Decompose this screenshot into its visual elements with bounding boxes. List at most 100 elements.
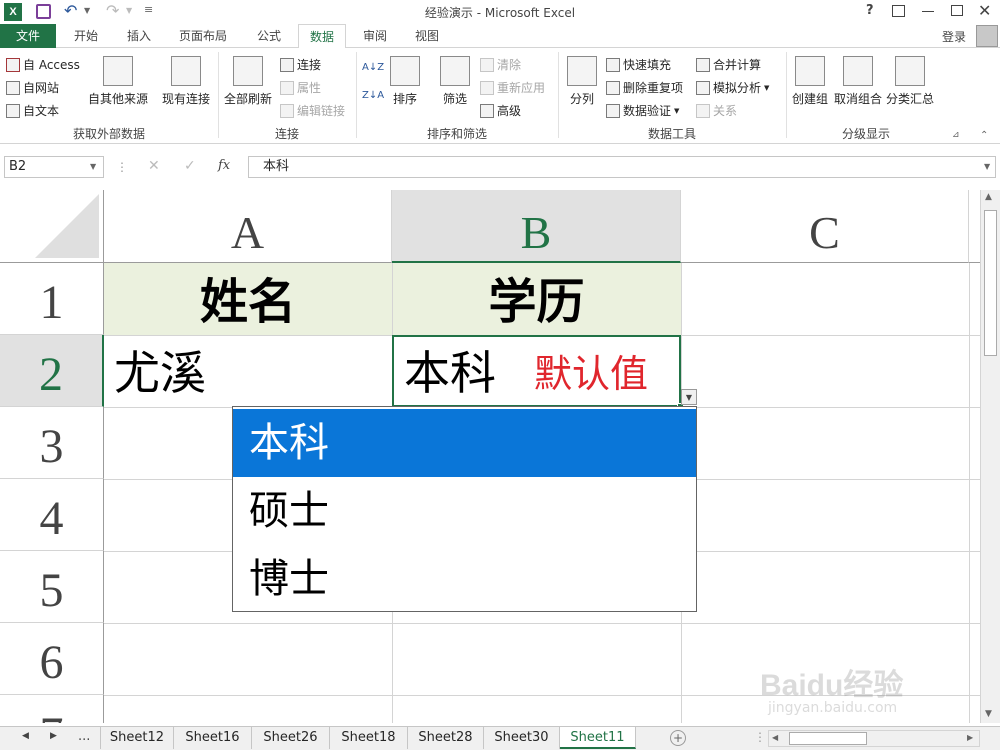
scroll-sheets-right-icon[interactable]: ▶ [50,731,57,741]
advanced-button[interactable]: 高级 [480,102,521,119]
sheet-tab[interactable]: Sheet16 [174,727,252,749]
dropdown-option[interactable]: 本科 [233,409,696,477]
from-text-button[interactable]: 自文本 [6,102,59,119]
cancel-entry-icon[interactable]: ✕ [148,158,160,174]
help-icon[interactable]: ? [866,3,874,18]
sheet-tab[interactable]: Sheet26 [252,727,330,749]
ribbon-display-icon[interactable] [892,5,905,17]
formula-input[interactable]: 本科 [248,156,996,178]
text-to-columns-button[interactable]: 分列 [564,56,600,107]
existing-connections-label: 现有连接 [161,92,210,106]
tab-page-layout[interactable]: 页面布局 [170,24,236,48]
scroll-sheets-left-icon[interactable]: ◀ [22,731,29,741]
refresh-all-button[interactable]: 全部刷新 [222,56,274,107]
close-icon[interactable]: ✕ [978,1,991,20]
maximize-icon[interactable] [951,5,963,16]
tab-split-grip-icon[interactable]: ⋮ [754,730,766,744]
other-sources-button[interactable]: 自其他来源 [86,56,150,107]
confirm-entry-icon[interactable]: ✓ [184,158,196,174]
properties-button[interactable]: 属性 [280,79,321,96]
relationships-button[interactable]: 关系 [696,102,737,119]
sheet-tab[interactable]: Sheet30 [484,727,560,749]
row-header-2[interactable]: 2 [0,335,104,407]
group-button[interactable]: 创建组 [790,56,830,107]
tab-home[interactable]: 开始 [62,24,110,48]
more-sheets-button[interactable]: ... [78,729,90,744]
minimize-icon[interactable] [922,11,934,12]
scroll-up-icon[interactable]: ▲ [985,192,992,202]
tab-file[interactable]: 文件 [0,24,56,48]
data-validation-icon [606,103,620,118]
cell-b2[interactable]: 本科 默认值 [392,335,681,407]
tab-view[interactable]: 视图 [404,24,450,48]
watermark-subtext: jingyan.baidu.com [768,700,898,716]
connections-button[interactable]: 连接 [280,56,321,73]
avatar[interactable] [976,25,998,47]
from-access-button[interactable]: 自 Access [6,56,80,73]
horizontal-scroll-thumb[interactable] [789,732,867,745]
column-header-d[interactable] [969,190,980,263]
tab-review[interactable]: 审阅 [352,24,398,48]
from-web-button[interactable]: 自网站 [6,79,59,96]
sort-za-button[interactable]: Z↓A [362,90,384,101]
advanced-label: 高级 [497,104,522,118]
horizontal-scrollbar[interactable]: ◀ ▶ [768,730,980,747]
sheet-tab[interactable]: Sheet18 [330,727,408,749]
dropdown-option[interactable]: 硕士 [233,477,696,545]
cell-a2[interactable]: 尤溪 [104,335,392,407]
flash-fill-button[interactable]: 快速填充 [606,56,671,73]
group-icon [795,56,825,86]
sheet-tab[interactable]: Sheet12 [100,727,174,749]
row-header-3[interactable]: 3 [0,407,104,479]
expand-formula-bar-icon[interactable]: ▼ [984,162,990,171]
tab-insert[interactable]: 插入 [116,24,162,48]
select-all-corner[interactable] [0,190,104,263]
row-header-4[interactable]: 4 [0,479,104,551]
dialog-launcher-icon[interactable]: ⊿ [952,130,960,140]
cell-b1[interactable]: 学历 [392,263,681,335]
scroll-thumb[interactable] [984,210,997,356]
flash-fill-icon [606,57,620,72]
add-sheet-icon[interactable]: + [670,730,686,746]
remove-duplicates-button[interactable]: 删除重复项 [606,79,683,96]
filter-button[interactable]: 筛选 [436,56,474,107]
flash-fill-label: 快速填充 [623,58,672,72]
sort-button[interactable]: 排序 [388,56,422,107]
row-header-5[interactable]: 5 [0,551,104,623]
group-label-outline: 分级显示 [841,127,890,141]
data-validation-button[interactable]: 数据验证 ▼ [606,102,679,119]
cell-a1[interactable]: 姓名 [104,263,392,335]
column-header-c[interactable]: C [681,190,969,263]
row-header-6[interactable]: 6 [0,623,104,695]
group-label-sort-filter: 排序和筛选 [426,127,487,141]
column-header-b[interactable]: B [392,190,681,263]
ungroup-label: 取消组合 [834,92,883,106]
validation-dropdown-button[interactable]: ▼ [681,389,697,405]
scroll-down-icon[interactable]: ▼ [985,709,992,719]
tab-formulas[interactable]: 公式 [246,24,292,48]
insert-function-icon[interactable]: fx [218,158,230,173]
name-box-dropdown-icon[interactable]: ▼ [90,162,96,171]
scroll-right-icon[interactable]: ▶ [967,733,973,742]
what-if-button[interactable]: 模拟分析 ▼ [696,79,769,96]
ungroup-button[interactable]: 取消组合 [834,56,882,107]
name-box[interactable]: B2 [4,156,104,178]
row-header-1[interactable]: 1 [0,263,104,335]
sort-az-button[interactable]: A↓Z [362,62,384,73]
existing-connections-button[interactable]: 现有连接 [158,56,214,107]
dropdown-option[interactable]: 博士 [233,545,696,613]
tab-data[interactable]: 数据 [298,24,346,49]
column-header-a[interactable]: A [104,190,392,263]
consolidate-button[interactable]: 合并计算 [696,56,761,73]
collapse-ribbon-icon[interactable]: ⌃ [980,130,988,141]
edit-links-button[interactable]: 编辑链接 [280,102,345,119]
clear-button[interactable]: 清除 [480,56,521,73]
sheet-tab-active[interactable]: Sheet11 [560,727,636,749]
reapply-button[interactable]: 重新应用 [480,79,545,96]
row-header-7[interactable]: 7 [0,695,104,723]
login-link[interactable]: 登录 [942,28,966,45]
scroll-left-icon[interactable]: ◀ [772,733,778,742]
vertical-scrollbar[interactable]: ▲ ▼ [980,190,1000,723]
subtotal-button[interactable]: 分类汇总 [886,56,934,107]
sheet-tab[interactable]: Sheet28 [408,727,484,749]
